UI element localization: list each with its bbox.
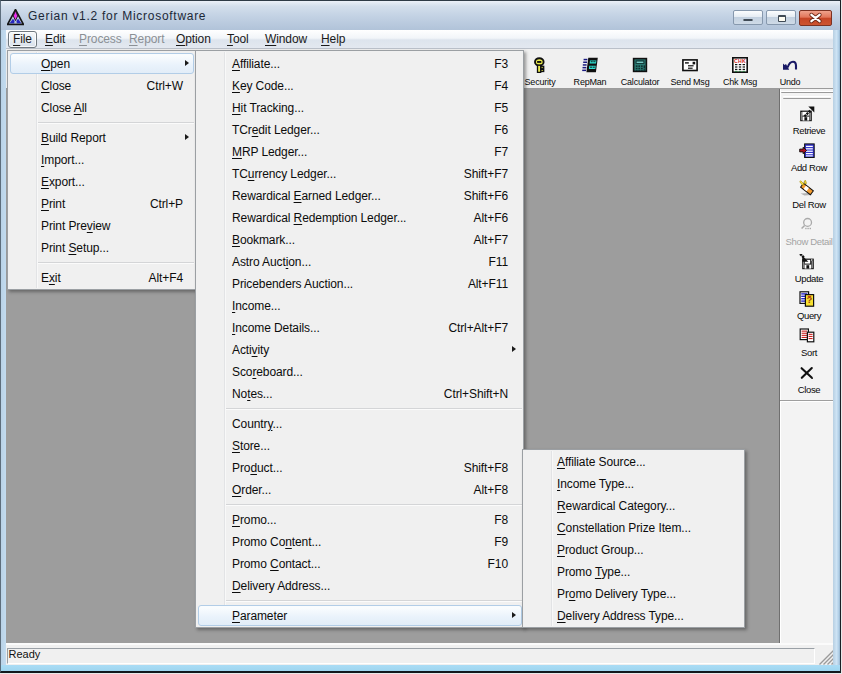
svg-text:CHK: CHK bbox=[734, 58, 746, 64]
svg-text:?: ? bbox=[806, 294, 812, 305]
